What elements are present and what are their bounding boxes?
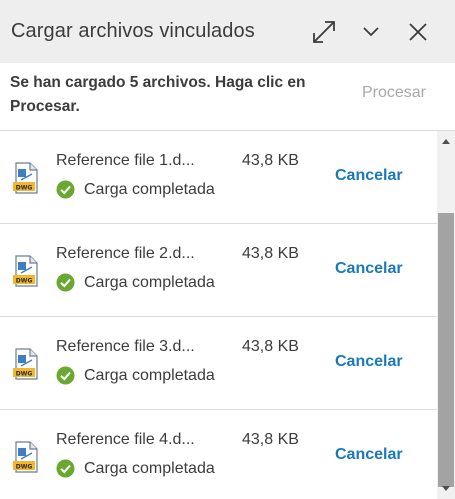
collapse-button[interactable] (356, 17, 386, 47)
dialog-header: Cargar archivos vinculados (0, 0, 455, 63)
upload-status: Carga completada (56, 459, 215, 478)
file-name: Reference file 2.d... (56, 245, 195, 262)
status-text: Carga completada (84, 180, 215, 198)
file-name: Reference file 3.d... (56, 338, 195, 355)
svg-text:DWG: DWG (16, 371, 33, 378)
file-size: 43,8 KB (242, 338, 299, 355)
cancel-button[interactable]: Cancelar (335, 260, 403, 278)
svg-text:DWG: DWG (16, 464, 33, 471)
scrollbar-thumb[interactable] (438, 213, 454, 487)
dwg-file-icon: DWG (13, 441, 38, 473)
check-circle-icon (56, 459, 75, 478)
status-text: Carga completada (84, 459, 215, 477)
file-size: 43,8 KB (242, 431, 299, 448)
expand-button[interactable] (309, 17, 339, 47)
upload-status: Carga completada (56, 273, 215, 292)
upload-status: Carga completada (56, 180, 215, 199)
upload-status: Carga completada (56, 366, 215, 385)
file-size: 43,8 KB (242, 152, 299, 169)
dwg-file-icon: DWG (13, 162, 38, 194)
dialog-title: Cargar archivos vinculados (11, 20, 255, 42)
check-circle-icon (56, 273, 75, 292)
scroll-down-arrow-icon[interactable] (441, 483, 451, 493)
file-size: 43,8 KB (242, 245, 299, 262)
chevron-down-icon (363, 26, 379, 36)
cancel-button[interactable]: Cancelar (335, 353, 403, 371)
status-text: Carga completada (84, 366, 215, 384)
expand-icon (313, 20, 335, 43)
check-circle-icon (56, 366, 75, 385)
svg-text:DWG: DWG (16, 278, 33, 285)
cancel-button[interactable]: Cancelar (335, 446, 403, 464)
upload-notice: Se han cargado 5 archivos. Haga clic en … (0, 63, 455, 131)
file-list: DWG Reference file 1.d... 43,8 KB Carga … (0, 131, 437, 499)
file-row: DWG Reference file 3.d... 43,8 KB Carga … (0, 317, 437, 410)
cancel-button[interactable]: Cancelar (335, 167, 403, 185)
status-text: Carga completada (84, 273, 215, 291)
file-row: DWG Reference file 2.d... 43,8 KB Carga … (0, 224, 437, 317)
header-actions (309, 17, 455, 47)
file-name: Reference file 4.d... (56, 431, 195, 448)
file-name: Reference file 1.d... (56, 152, 195, 169)
close-button[interactable] (403, 17, 433, 47)
scroll-up-arrow-icon[interactable] (441, 137, 451, 147)
dwg-file-icon: DWG (13, 255, 38, 287)
check-circle-icon (56, 180, 75, 199)
file-row: DWG Reference file 1.d... 43,8 KB Carga … (0, 131, 437, 224)
close-icon (409, 22, 427, 41)
process-button[interactable]: Procesar (362, 84, 426, 102)
svg-text:DWG: DWG (16, 185, 33, 192)
file-row: DWG Reference file 4.d... 43,8 KB Carga … (0, 410, 437, 499)
notice-message: Se han cargado 5 archivos. Haga clic en … (10, 74, 306, 115)
scrollbar[interactable] (437, 131, 455, 499)
dwg-file-icon: DWG (13, 348, 38, 380)
